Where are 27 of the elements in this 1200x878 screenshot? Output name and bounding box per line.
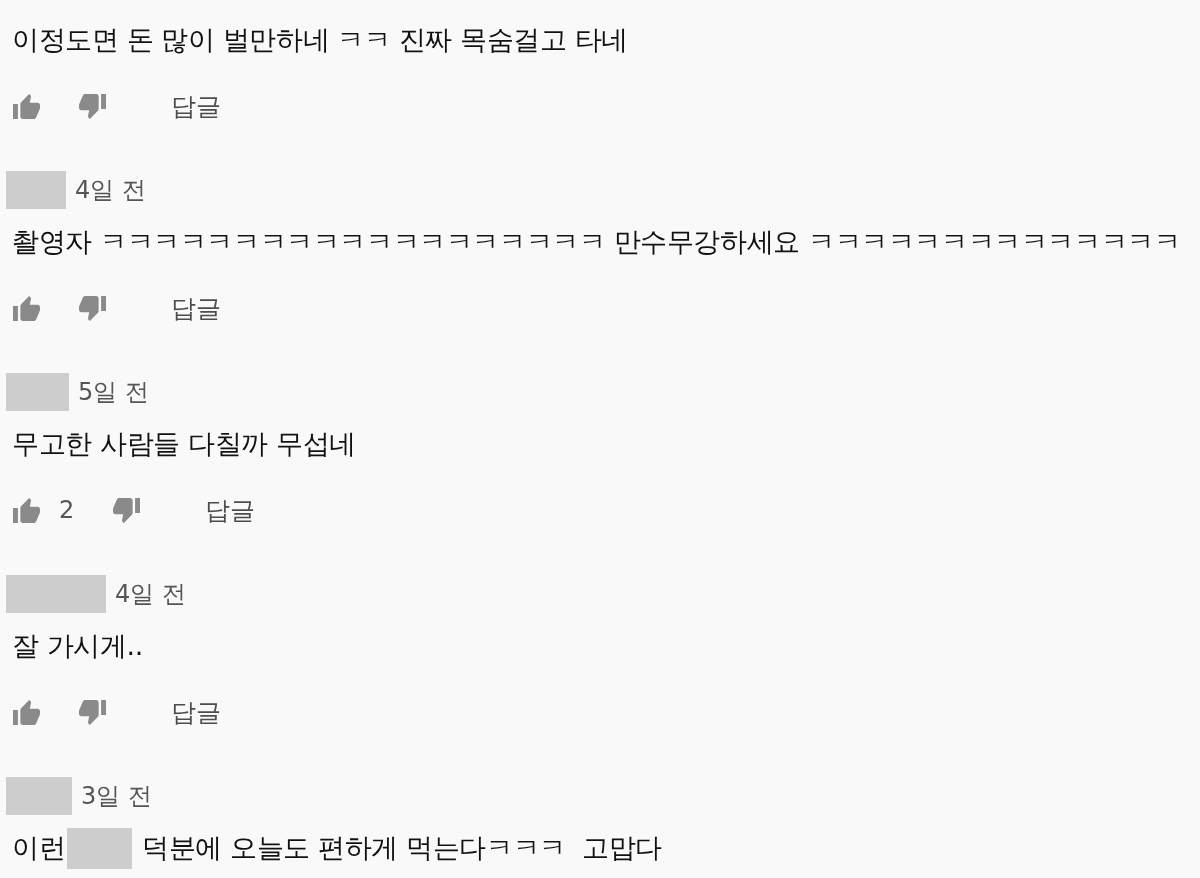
- reply-button[interactable]: 답글: [171, 695, 221, 729]
- thumbs-up-icon[interactable]: [13, 93, 40, 119]
- blurred-username: [6, 171, 66, 209]
- comment-time: 4일 전: [75, 175, 146, 206]
- reply-button[interactable]: 답글: [171, 89, 221, 123]
- reply-button[interactable]: 답글: [171, 291, 221, 325]
- thumbs-down-icon[interactable]: [113, 497, 141, 523]
- comment-text: 무고한 사람들 다칠까 무섭네: [12, 427, 356, 461]
- thumbs-down-icon[interactable]: [79, 295, 106, 321]
- comment-text: 이정도면 돈 많이 벌만하네 ㅋㅋ 진짜 목숨걸고 타네: [12, 23, 628, 57]
- comment-time: 4일 전: [115, 579, 186, 610]
- comment-text: 이런: [12, 831, 66, 865]
- comment-time: 3일 전: [81, 781, 152, 812]
- like-count: 2: [59, 496, 75, 524]
- comment-time: 5일 전: [78, 377, 149, 408]
- thumbs-up-icon[interactable]: [13, 699, 40, 725]
- comment-text: 촬영자 ㅋㅋㅋㅋㅋㅋㅋㅋㅋㅋㅋㅋㅋㅋㅋㅋㅋㅋㅋ 만수무강하세요 ㅋㅋㅋㅋㅋㅋㅋㅋㅋㅋㅋㅋㅋㅋ: [12, 225, 1181, 259]
- reply-button[interactable]: 답글: [205, 493, 256, 527]
- thumbs-down-icon[interactable]: [79, 93, 106, 119]
- comment-text: 덕분에 오늘도 편하게 먹는다ㅋㅋㅋ 고맙다: [142, 831, 662, 865]
- thumbs-up-icon[interactable]: [13, 497, 40, 523]
- blurred-word: [67, 827, 133, 869]
- blurred-username: [6, 373, 69, 411]
- blurred-username: [6, 777, 72, 815]
- comment-text: 잘 가시게..: [12, 629, 143, 663]
- thumbs-up-icon[interactable]: [13, 295, 40, 321]
- thumbs-down-icon[interactable]: [79, 699, 106, 725]
